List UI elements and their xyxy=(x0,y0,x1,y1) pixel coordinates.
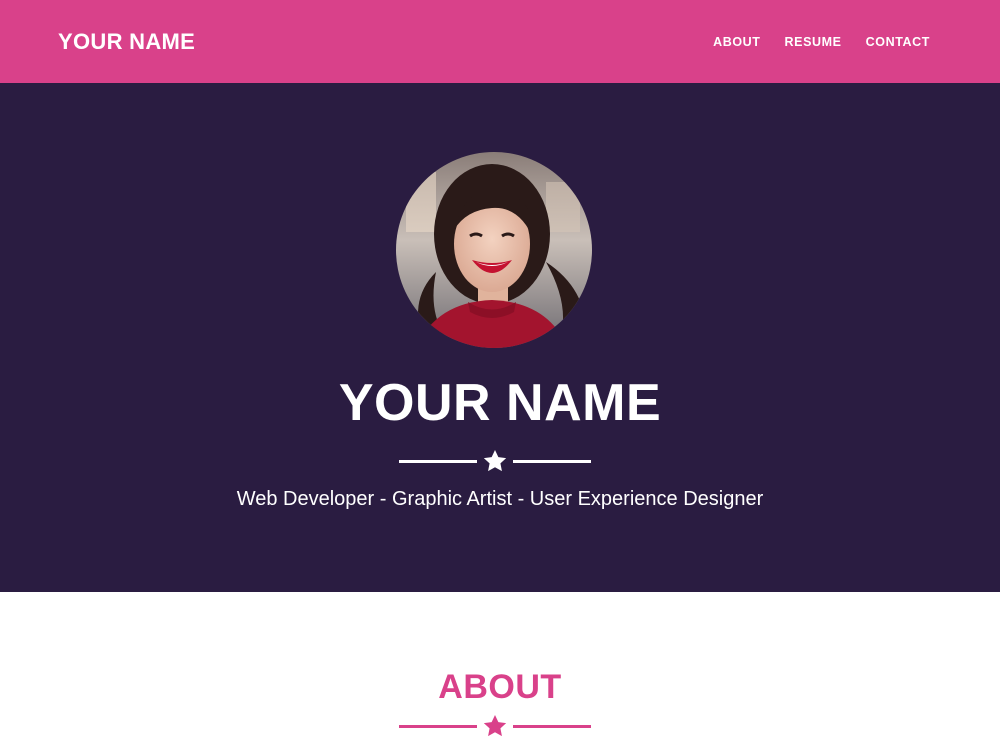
nav-link-resume[interactable]: RESUME xyxy=(785,35,842,49)
about-heading: ABOUT xyxy=(438,668,562,706)
nav-link-contact[interactable]: CONTACT xyxy=(866,35,930,49)
nav-link-about[interactable]: ABOUT xyxy=(713,35,760,49)
brand-link[interactable]: YOUR NAME xyxy=(58,29,195,55)
avatar-photo xyxy=(396,152,592,348)
masthead-heading: YOUR NAME xyxy=(338,374,662,432)
masthead: YOUR NAME Web Developer - Graphic Artist… xyxy=(0,83,1000,592)
masthead-subheading: Web Developer - Graphic Artist - User Ex… xyxy=(236,488,764,510)
nav-links: ABOUT RESUME CONTACT xyxy=(713,35,930,49)
divider-line-right xyxy=(513,724,591,728)
star-icon xyxy=(483,449,507,472)
navbar: YOUR NAME ABOUT RESUME CONTACT xyxy=(0,0,1000,83)
divider-line-left xyxy=(399,724,477,728)
about-divider xyxy=(399,714,591,738)
star-icon xyxy=(483,714,507,737)
divider-line-right xyxy=(513,459,591,463)
divider-line-left xyxy=(399,459,477,463)
masthead-divider xyxy=(399,449,591,473)
avatar xyxy=(396,152,592,348)
